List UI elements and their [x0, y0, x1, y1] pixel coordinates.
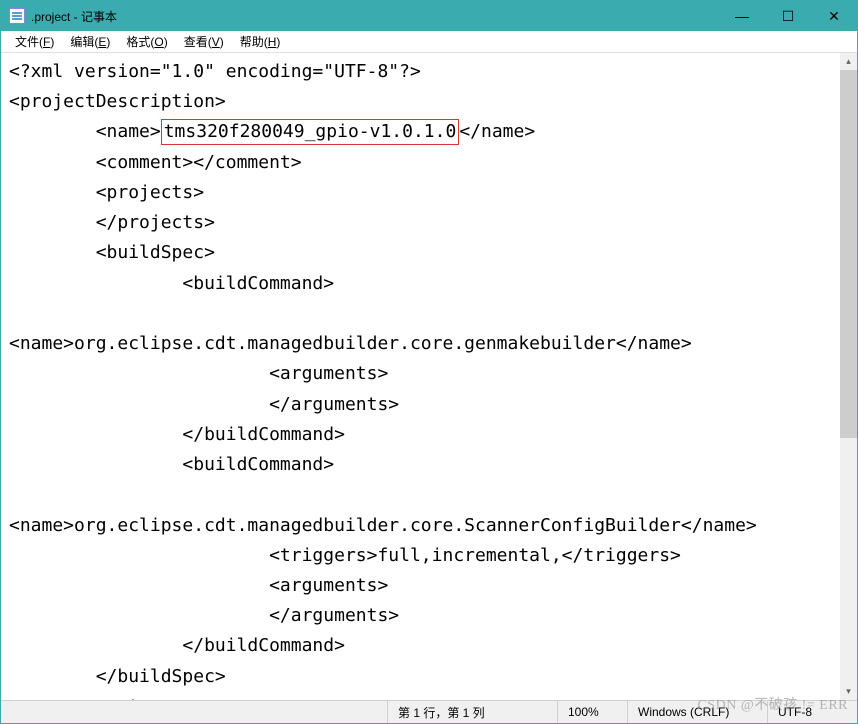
maximize-button[interactable]: ☐ [765, 1, 811, 31]
text-line: <projectDescription> [9, 91, 226, 112]
text-line [9, 484, 96, 505]
minimize-button[interactable]: — [719, 1, 765, 31]
scrollbar-track[interactable] [840, 70, 857, 683]
menu-view[interactable]: 查看(V) [176, 31, 232, 52]
text-line: <buildCommand> [9, 454, 334, 475]
text-line: <name>org.eclipse.cdt.managedbuilder.cor… [9, 333, 692, 354]
text-line: </name> [459, 121, 535, 142]
text-line: <name> [9, 121, 161, 142]
statusbar: 第 1 行，第 1 列 100% Windows (CRLF) UTF-8 [1, 700, 857, 723]
text-line: <projects> [9, 182, 204, 203]
text-line: <?xml version="1.0" encoding="UTF-8"?> [9, 61, 421, 82]
text-line: </buildSpec> [9, 666, 226, 687]
notepad-icon [9, 8, 25, 24]
text-line: </arguments> [9, 394, 399, 415]
text-line: </projects> [9, 212, 215, 233]
text-line: <natures> [9, 696, 193, 700]
text-line: <buildCommand> [9, 273, 334, 294]
window-controls: — ☐ ✕ [719, 1, 857, 31]
text-line: </buildCommand> [9, 635, 345, 656]
titlebar[interactable]: .project - 记事本 — ☐ ✕ [1, 1, 857, 31]
text-line: <arguments> [9, 575, 388, 596]
text-line: <buildSpec> [9, 242, 215, 263]
highlighted-project-name: tms320f280049_gpio-v1.0.1.0 [161, 119, 460, 144]
scrollbar-down-button[interactable]: ▾ [840, 683, 857, 700]
content-area: <?xml version="1.0" encoding="UTF-8"?> <… [1, 53, 857, 700]
menu-help[interactable]: 帮助(H) [232, 31, 289, 52]
text-line [9, 303, 96, 324]
menu-file[interactable]: 文件(F) [7, 31, 62, 52]
text-line: </buildCommand> [9, 424, 345, 445]
menu-edit[interactable]: 编辑(E) [62, 31, 118, 52]
menubar: 文件(F) 编辑(E) 格式(O) 查看(V) 帮助(H) [1, 31, 857, 53]
status-encoding: UTF-8 [767, 701, 857, 723]
status-cursor-position: 第 1 行，第 1 列 [387, 701, 557, 723]
menu-format[interactable]: 格式(O) [118, 31, 175, 52]
status-zoom: 100% [557, 701, 627, 723]
close-button[interactable]: ✕ [811, 1, 857, 31]
text-line: </arguments> [9, 605, 399, 626]
text-line: <arguments> [9, 363, 388, 384]
scrollbar-thumb[interactable] [840, 70, 857, 438]
status-line-ending: Windows (CRLF) [627, 701, 767, 723]
text-editor[interactable]: <?xml version="1.0" encoding="UTF-8"?> <… [1, 53, 840, 700]
window-title: .project - 记事本 [31, 8, 719, 25]
scrollbar-up-button[interactable]: ▴ [840, 53, 857, 70]
text-line: <triggers>full,incremental,</triggers> [9, 545, 681, 566]
text-line: <comment></comment> [9, 152, 302, 173]
notepad-window: .project - 记事本 — ☐ ✕ 文件(F) 编辑(E) 格式(O) 查… [0, 0, 858, 724]
text-line: <name>org.eclipse.cdt.managedbuilder.cor… [9, 515, 757, 536]
vertical-scrollbar[interactable]: ▴ ▾ [840, 53, 857, 700]
statusbar-spacer [1, 701, 387, 723]
